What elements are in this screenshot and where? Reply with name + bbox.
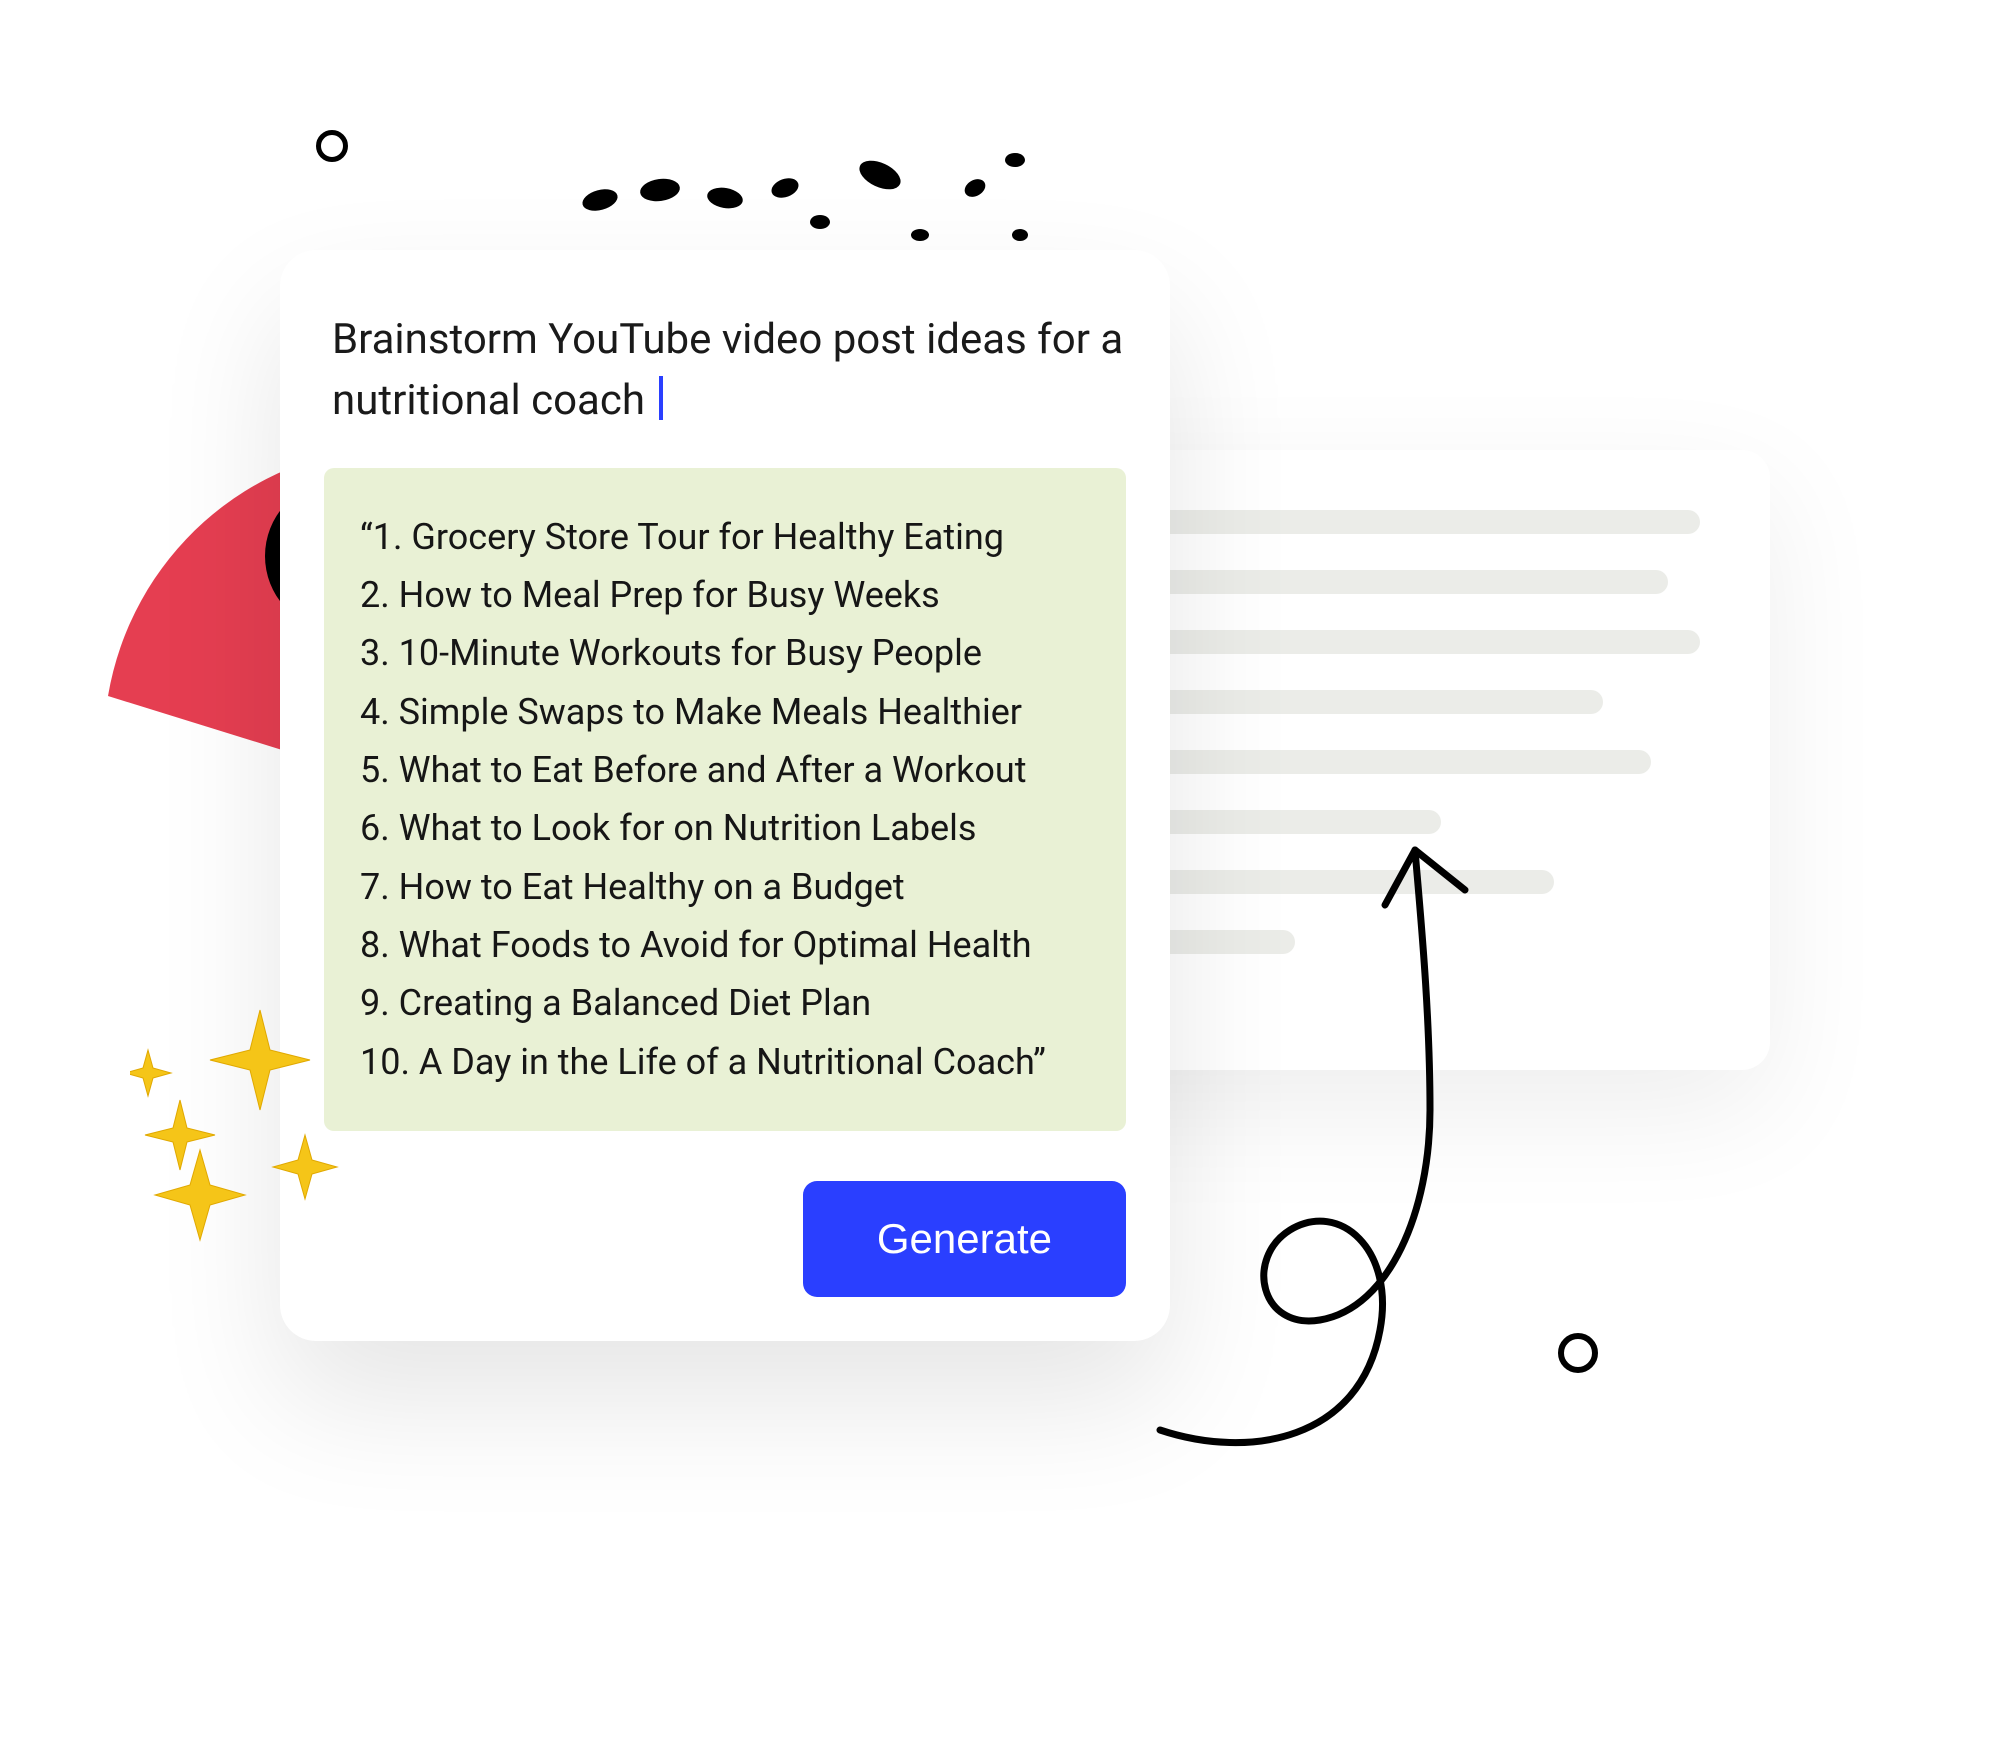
result-line: 9. Creating a Balanced Diet Plan xyxy=(360,974,1090,1032)
result-line: 10. A Day in the Life of a Nutritional C… xyxy=(360,1033,1090,1091)
result-box: “1. Grocery Store Tour for Healthy Eatin… xyxy=(324,468,1126,1131)
circle-icon xyxy=(1558,1333,1598,1373)
result-line: 6. What to Look for on Nutrition Labels xyxy=(360,799,1090,857)
result-line: 8. What Foods to Avoid for Optimal Healt… xyxy=(360,916,1090,974)
result-line: 2. How to Meal Prep for Busy Weeks xyxy=(360,566,1090,624)
prompt-input[interactable]: Brainstorm YouTube video post ideas for … xyxy=(324,310,1126,432)
circle-icon xyxy=(316,130,348,162)
generate-button[interactable]: Generate xyxy=(803,1181,1126,1297)
text-cursor-icon xyxy=(659,376,663,420)
result-line: 7. How to Eat Healthy on a Budget xyxy=(360,858,1090,916)
prompt-card: Brainstorm YouTube video post ideas for … xyxy=(280,250,1170,1341)
result-line: 4. Simple Swaps to Make Meals Healthier xyxy=(360,683,1090,741)
prompt-text: Brainstorm YouTube video post ideas for … xyxy=(332,315,1123,425)
result-line: 5. What to Eat Before and After a Workou… xyxy=(360,741,1090,799)
result-line: “1. Grocery Store Tour for Healthy Eatin… xyxy=(360,508,1090,566)
result-line: 3. 10-Minute Workouts for Busy People xyxy=(360,624,1090,682)
